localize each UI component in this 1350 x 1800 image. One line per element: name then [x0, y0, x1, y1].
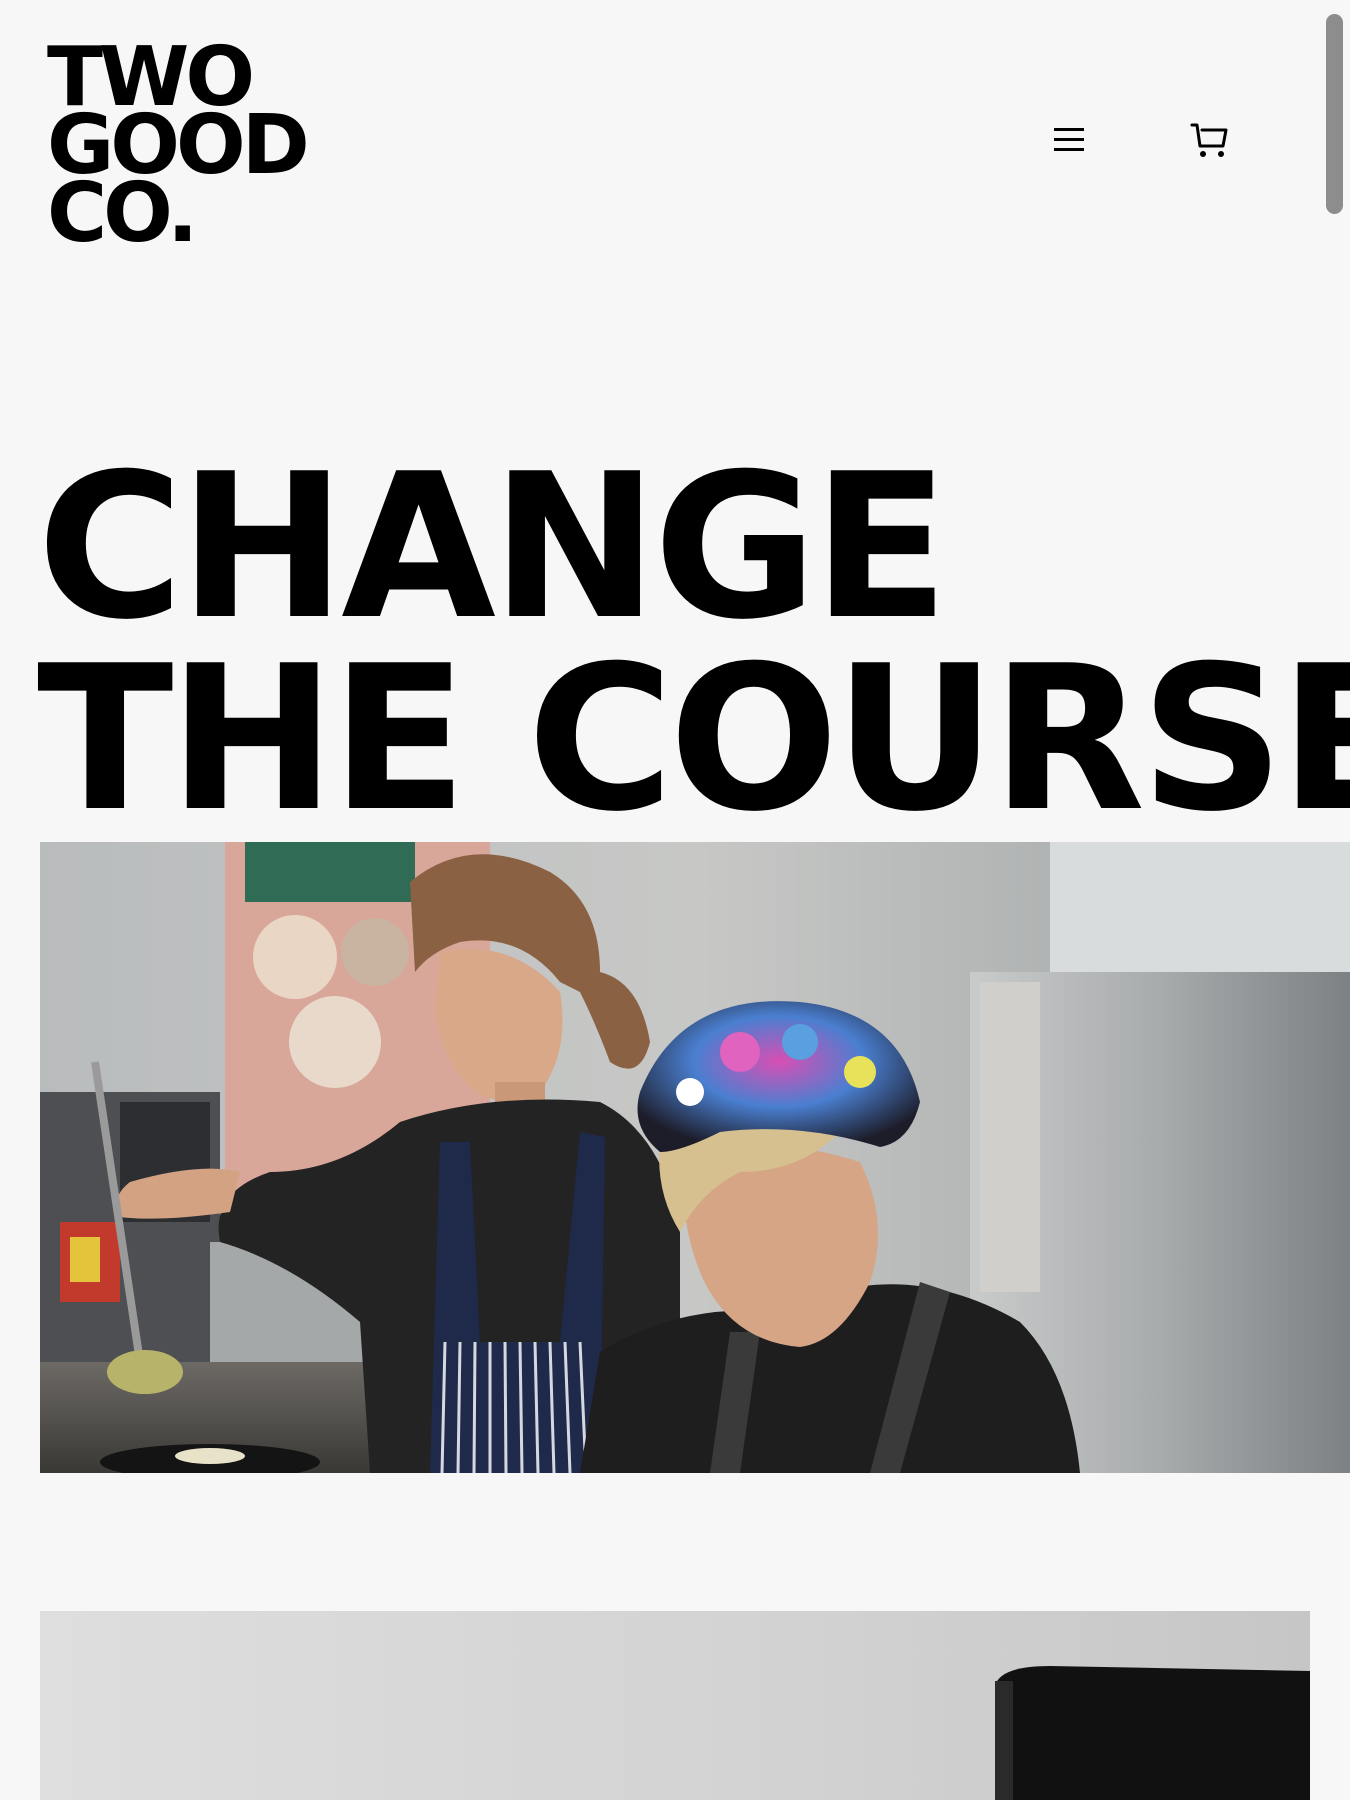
- shopping-cart-icon: [1190, 123, 1228, 157]
- brand-logo[interactable]: TWO GOOD CO.: [47, 37, 310, 255]
- hamburger-menu-icon: [1054, 128, 1084, 151]
- page: TWO GOOD CO. CHANGE THE COURSE: [0, 0, 1350, 1800]
- hero-heading-line-1: CHANGE: [37, 431, 949, 664]
- cart-button[interactable]: [1190, 120, 1230, 160]
- hero-kitchen-photo: [40, 842, 1350, 1473]
- product-photo: [40, 1611, 1310, 1800]
- hero-heading-line-2: THE COURSE: [37, 623, 1350, 856]
- menu-button[interactable]: [1053, 124, 1085, 156]
- scrollbar-thumb[interactable]: [1326, 14, 1343, 214]
- hero-heading: CHANGE THE COURSE: [37, 431, 1350, 856]
